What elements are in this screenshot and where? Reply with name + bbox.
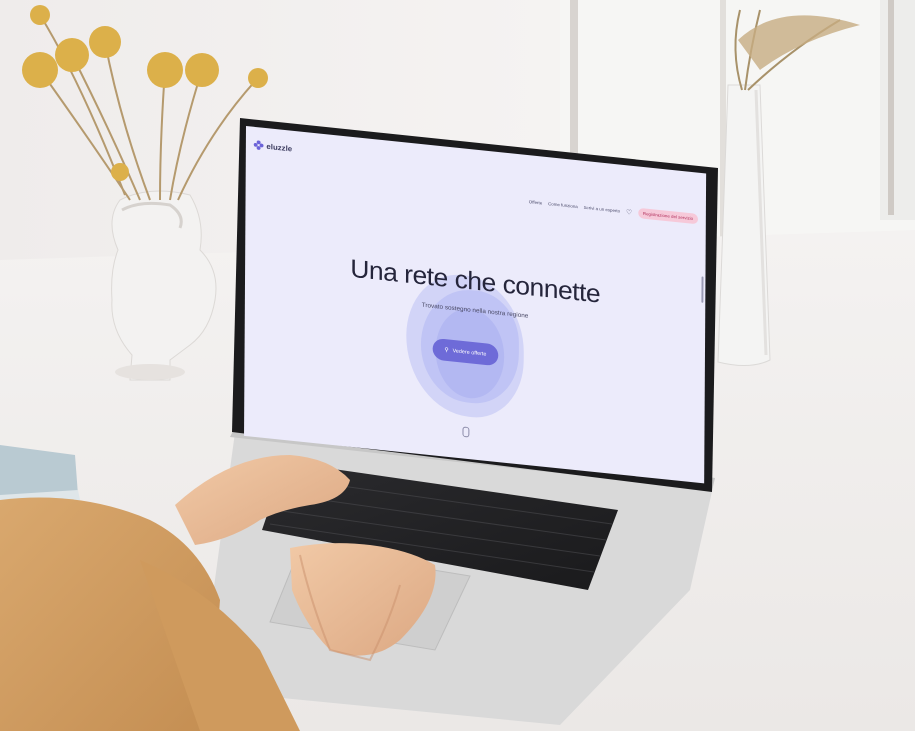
nav-item-how-it-works[interactable]: Come funziona xyxy=(548,201,578,209)
logo-icon xyxy=(253,140,264,151)
search-icon: ⚲ xyxy=(444,347,449,354)
site-logo[interactable]: eluzzle xyxy=(253,140,293,153)
register-service-button[interactable]: Registrazione del servizio xyxy=(637,207,699,225)
nav-item-write-expert[interactable]: Scrivi a un esperto xyxy=(584,205,621,213)
photo-scene: eluzzle Offerte Come funziona Scrivi a u… xyxy=(0,0,915,731)
logo-text: eluzzle xyxy=(266,141,293,153)
scrollbar[interactable] xyxy=(701,276,704,303)
laptop-screen: eluzzle Offerte Come funziona Scrivi a u… xyxy=(244,126,707,484)
scroll-down-icon[interactable] xyxy=(462,426,470,438)
see-offers-label: Vedere offerte xyxy=(452,347,487,358)
top-nav: Offerte Come funziona Scrivi a un espert… xyxy=(529,197,699,225)
heart-icon[interactable]: ♡ xyxy=(626,208,632,216)
nav-item-offers[interactable]: Offerte xyxy=(529,199,542,205)
